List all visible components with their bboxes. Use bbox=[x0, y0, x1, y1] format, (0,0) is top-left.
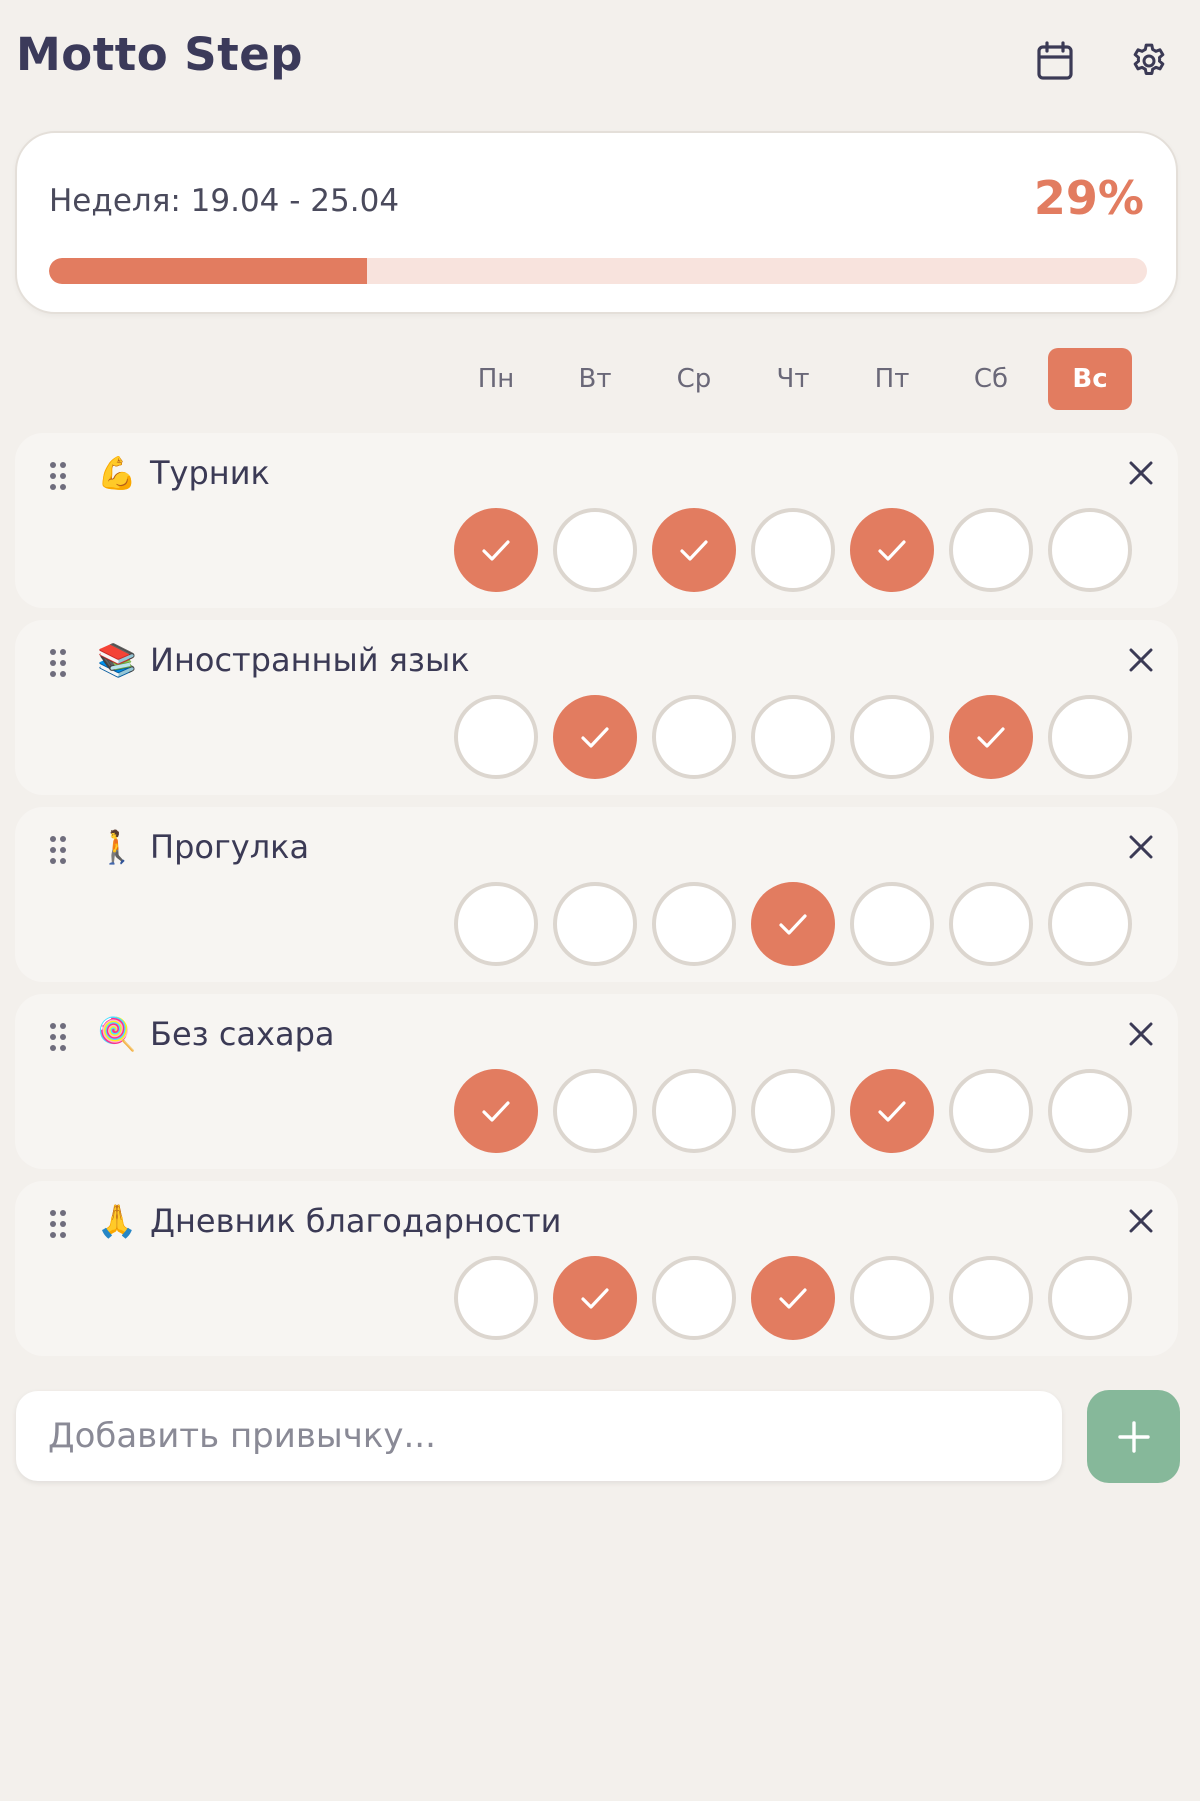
habit-emoji: 🍭 bbox=[97, 1015, 137, 1053]
close-icon bbox=[1129, 461, 1153, 485]
day-check-Пт[interactable] bbox=[850, 1256, 934, 1340]
drag-handle-icon[interactable] bbox=[47, 1020, 69, 1054]
day-check-Сб[interactable] bbox=[949, 1069, 1033, 1153]
weekday-4[interactable]: Чт bbox=[751, 348, 835, 410]
habit-emoji: 🚶 bbox=[97, 828, 137, 866]
delete-habit-button[interactable] bbox=[1121, 827, 1161, 867]
close-icon bbox=[1129, 835, 1153, 859]
habit-name: Без сахара bbox=[150, 1015, 335, 1053]
habit-emoji: 💪 bbox=[97, 454, 137, 492]
day-check-Чт[interactable] bbox=[751, 508, 835, 592]
habit-name: Дневник благодарности bbox=[150, 1202, 562, 1240]
day-check-Пт[interactable] bbox=[850, 695, 934, 779]
delete-habit-button[interactable] bbox=[1121, 640, 1161, 680]
habit-card: 🚶 Прогулка bbox=[15, 807, 1178, 982]
add-habit-input[interactable] bbox=[16, 1391, 1062, 1481]
day-check-Сб[interactable] bbox=[949, 508, 1033, 592]
calendar-icon bbox=[1037, 41, 1073, 80]
day-check-Чт[interactable] bbox=[751, 882, 835, 966]
week-range-label: Неделя: 19.04 - 25.04 bbox=[49, 183, 400, 219]
day-check-Чт[interactable] bbox=[751, 695, 835, 779]
day-check-Пн[interactable] bbox=[454, 1069, 538, 1153]
day-check-Пн[interactable] bbox=[454, 1256, 538, 1340]
day-check-Вт[interactable] bbox=[553, 882, 637, 966]
day-check-Чт[interactable] bbox=[751, 1069, 835, 1153]
check-icon bbox=[581, 727, 609, 748]
day-check-Ср[interactable] bbox=[652, 1256, 736, 1340]
day-check-Пт[interactable] bbox=[850, 1069, 934, 1153]
gear-icon bbox=[1133, 43, 1165, 75]
habit-name: Турник bbox=[150, 454, 270, 492]
week-progress-card: Неделя: 19.04 - 25.04 29% bbox=[15, 131, 1178, 314]
day-check-Ср[interactable] bbox=[652, 508, 736, 592]
drag-handle-icon[interactable] bbox=[47, 833, 69, 867]
habit-name: Прогулка bbox=[150, 828, 310, 866]
weekday-header: Пн Вт Ср Чт Пт Сб Вс bbox=[0, 348, 1200, 410]
day-check-Пт[interactable] bbox=[850, 882, 934, 966]
check-icon bbox=[581, 1288, 609, 1309]
weekday-3[interactable]: Ср bbox=[652, 348, 736, 410]
drag-handle-icon[interactable] bbox=[47, 646, 69, 680]
day-check-Пн[interactable] bbox=[454, 882, 538, 966]
check-icon bbox=[977, 727, 1005, 748]
day-check-Вс[interactable] bbox=[1048, 695, 1132, 779]
day-check-Вс[interactable] bbox=[1048, 1256, 1132, 1340]
check-icon bbox=[482, 540, 510, 561]
plus-icon bbox=[1117, 1420, 1150, 1453]
app-title: Motto Step bbox=[16, 28, 303, 81]
day-check-Чт[interactable] bbox=[751, 1256, 835, 1340]
day-check-Вс[interactable] bbox=[1048, 1069, 1132, 1153]
close-icon bbox=[1129, 648, 1153, 672]
check-icon bbox=[878, 540, 906, 561]
day-check-Сб[interactable] bbox=[949, 1256, 1033, 1340]
close-icon bbox=[1129, 1022, 1153, 1046]
day-check-Вт[interactable] bbox=[553, 695, 637, 779]
day-check-Ср[interactable] bbox=[652, 695, 736, 779]
day-check-Ср[interactable] bbox=[652, 882, 736, 966]
check-icon bbox=[779, 914, 807, 935]
check-icon bbox=[680, 540, 708, 561]
delete-habit-button[interactable] bbox=[1121, 1201, 1161, 1241]
day-check-Пн[interactable] bbox=[454, 695, 538, 779]
day-check-Ср[interactable] bbox=[652, 1069, 736, 1153]
habit-emoji: 🙏 bbox=[97, 1202, 137, 1240]
app-header: Motto Step bbox=[16, 24, 1184, 94]
habit-card: 📚 Иностранный язык bbox=[15, 620, 1178, 795]
week-progress-bar bbox=[49, 258, 1147, 284]
habit-card: 🍭 Без сахара bbox=[15, 994, 1178, 1169]
delete-habit-button[interactable] bbox=[1121, 453, 1161, 493]
drag-handle-icon[interactable] bbox=[47, 1207, 69, 1241]
delete-habit-button[interactable] bbox=[1121, 1014, 1161, 1054]
check-icon bbox=[878, 1101, 906, 1122]
day-check-Пт[interactable] bbox=[850, 508, 934, 592]
check-icon bbox=[482, 1101, 510, 1122]
drag-handle-icon[interactable] bbox=[47, 459, 69, 493]
weekday-7[interactable]: Вс bbox=[1048, 348, 1132, 410]
day-check-Вс[interactable] bbox=[1048, 508, 1132, 592]
add-habit-button[interactable] bbox=[1087, 1390, 1180, 1483]
habit-card: 🙏 Дневник благодарности bbox=[15, 1181, 1178, 1356]
calendar-button[interactable] bbox=[1028, 34, 1082, 88]
day-check-Вт[interactable] bbox=[553, 1069, 637, 1153]
day-check-Вс[interactable] bbox=[1048, 882, 1132, 966]
habit-emoji: 📚 bbox=[97, 641, 137, 679]
day-check-Пн[interactable] bbox=[454, 508, 538, 592]
weekday-2[interactable]: Вт bbox=[553, 348, 637, 410]
settings-button[interactable] bbox=[1122, 34, 1176, 88]
habit-name: Иностранный язык bbox=[150, 641, 470, 679]
habit-card: 💪 Турник bbox=[15, 433, 1178, 608]
weekday-6[interactable]: Сб bbox=[949, 348, 1033, 410]
check-icon bbox=[779, 1288, 807, 1309]
day-check-Сб[interactable] bbox=[949, 882, 1033, 966]
day-check-Вт[interactable] bbox=[553, 508, 637, 592]
week-percent: 29% bbox=[1033, 171, 1144, 225]
day-check-Сб[interactable] bbox=[949, 695, 1033, 779]
weekday-5[interactable]: Пт bbox=[850, 348, 934, 410]
weekday-1[interactable]: Пн bbox=[454, 348, 538, 410]
week-progress-fill bbox=[49, 258, 368, 284]
close-icon bbox=[1129, 1209, 1153, 1233]
day-check-Вт[interactable] bbox=[553, 1256, 637, 1340]
